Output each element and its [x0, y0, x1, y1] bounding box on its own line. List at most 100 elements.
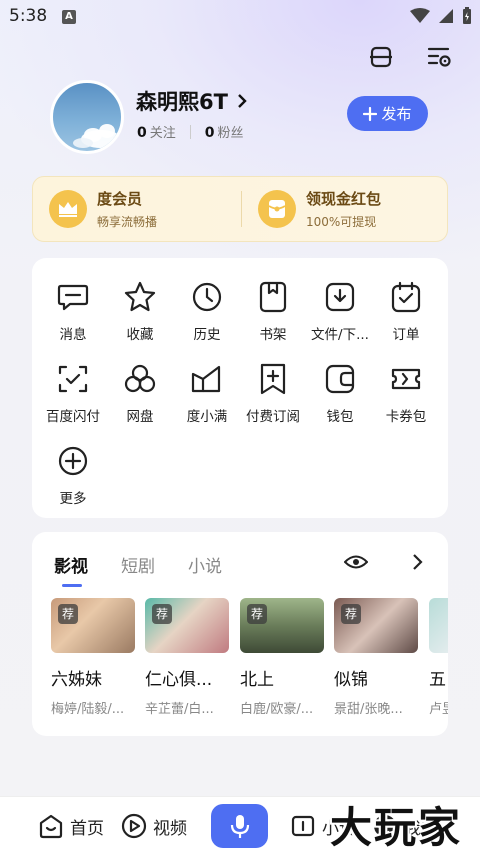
content-card: 影视 短剧 小说 荐 六姊妹 梅婷/陆毅/... 荐 仁心俱... 辛芷蕾/白.…	[32, 532, 448, 736]
chevron-right-icon	[238, 94, 247, 108]
poster-cast: 卢昱	[429, 702, 448, 717]
poster-cast: 白鹿/欧豪/...	[240, 702, 314, 717]
scan-pay-icon	[58, 365, 88, 393]
red-packet-item[interactable]: 领现金红包 100%可提现	[258, 188, 381, 230]
poster-title: 北上	[240, 670, 274, 690]
avatar-image	[73, 124, 121, 148]
poster-cast: 辛芷蕾/白...	[145, 702, 214, 717]
stats-divider	[189, 124, 191, 139]
voice-search-button[interactable]	[211, 804, 268, 848]
watermark: 大玩家	[330, 803, 463, 852]
order-icon	[391, 281, 421, 313]
plus-circle-icon	[58, 446, 88, 476]
tool-coupons[interactable]: 卡券包	[371, 362, 441, 425]
tab-short-drama[interactable]: 短剧	[121, 552, 155, 577]
settings-icon[interactable]	[426, 44, 452, 70]
username-link[interactable]: 森明熙6T	[136, 86, 248, 116]
poster-title: 似锦	[334, 670, 368, 690]
wifi-icon	[410, 8, 430, 23]
battery-icon	[463, 7, 471, 24]
download-icon	[325, 282, 355, 312]
tools-card: 消息 收藏 历史 书架 文件/下... 订单 百度闪付 网盘 度小满 付费订阅 …	[32, 258, 448, 518]
profile-stats: 0 关注 0 粉丝	[137, 122, 244, 141]
top-actions	[368, 44, 452, 70]
wallet-icon	[325, 364, 355, 394]
content-tabs: 影视 短剧 小说	[54, 552, 222, 587]
red-packet-icon	[258, 190, 296, 228]
poster-cast: 梅婷/陆毅/...	[51, 702, 125, 717]
poster-image: 荐	[334, 598, 418, 653]
home-icon	[39, 814, 63, 839]
recommend-badge: 荐	[58, 604, 78, 624]
poster-item[interactable]: 五 卢昱	[429, 598, 448, 717]
vip-card: 度会员 畅享流畅播 领现金红包 100%可提现	[32, 176, 448, 242]
poster-image: 荐	[51, 598, 135, 653]
tool-orders[interactable]: 订单	[371, 280, 441, 343]
tool-wallet[interactable]: 钱包	[305, 362, 375, 425]
poster-item[interactable]: 荐 北上 白鹿/欧豪/...	[240, 598, 324, 717]
tool-favorites[interactable]: 收藏	[105, 280, 175, 343]
publish-button[interactable]: 发布	[347, 96, 428, 131]
clock-icon	[192, 282, 222, 312]
status-icons	[410, 7, 472, 25]
tab-novel[interactable]: 小说	[188, 552, 222, 577]
poster-title: 六姊妹	[51, 670, 102, 690]
following-stat[interactable]: 0 关注	[137, 122, 176, 141]
tool-message[interactable]: 消息	[38, 280, 108, 343]
book-icon	[291, 815, 315, 837]
tool-baidu-pay[interactable]: 百度闪付	[38, 362, 108, 425]
plus-icon	[363, 106, 378, 121]
eye-icon[interactable]	[344, 554, 368, 570]
poster-item[interactable]: 荐 六姊妹 梅婷/陆毅/...	[51, 598, 135, 717]
nav-home[interactable]: 首页	[38, 813, 104, 839]
vip-member-item[interactable]: 度会员 畅享流畅播	[49, 188, 157, 230]
recommend-badge: 荐	[341, 604, 361, 624]
tool-paid-subscription[interactable]: 付费订阅	[238, 362, 308, 425]
poster-item[interactable]: 荐 似锦 景甜/张晚...	[334, 598, 418, 717]
poster-item[interactable]: 荐 仁心俱... 辛芷蕾/白...	[145, 598, 229, 717]
status-bar: 5:38 A	[0, 0, 480, 34]
poster-image: 荐	[240, 598, 324, 653]
crown-icon	[49, 190, 87, 228]
cloud-disk-icon	[124, 364, 156, 393]
tab-film[interactable]: 影视	[54, 552, 88, 587]
video-icon	[121, 813, 147, 839]
chevron-right-icon[interactable]	[410, 552, 424, 572]
tool-du-xiaoman[interactable]: 度小满	[172, 362, 242, 425]
tool-cloud-disk[interactable]: 网盘	[105, 362, 175, 425]
star-icon	[124, 281, 156, 312]
red-packet-subtitle: 100%可提现	[306, 215, 377, 229]
recommend-badge: 荐	[247, 604, 267, 624]
coupon-icon	[391, 368, 421, 390]
tool-bookshelf[interactable]: 书架	[238, 280, 308, 343]
tool-history[interactable]: 历史	[172, 280, 242, 343]
poster-title: 五	[429, 670, 446, 690]
nav-video-label: 视频	[153, 818, 187, 839]
nav-home-label: 首页	[70, 818, 104, 839]
status-time: 5:38	[9, 6, 48, 26]
poster-cast: 景甜/张晚...	[334, 702, 403, 717]
recommend-badge: 荐	[152, 604, 172, 624]
poster-title: 仁心俱...	[145, 670, 213, 690]
signal-icon	[439, 9, 453, 23]
finance-icon	[191, 365, 221, 393]
message-icon	[57, 284, 89, 311]
microphone-icon	[230, 815, 249, 838]
vip-divider	[241, 191, 242, 227]
poster-image	[429, 598, 448, 653]
notification-icon: A	[62, 10, 76, 24]
avatar[interactable]	[50, 80, 124, 154]
bookmark-icon	[259, 281, 287, 313]
tool-more[interactable]: 更多	[38, 444, 108, 507]
fans-stat[interactable]: 0 粉丝	[205, 122, 244, 141]
red-packet-title: 领现金红包	[306, 190, 382, 208]
vip-subtitle: 畅享流畅播	[97, 215, 158, 229]
username: 森明熙6T	[136, 90, 228, 114]
vip-title: 度会员	[97, 190, 143, 208]
publish-label: 发布	[381, 105, 412, 123]
nav-video[interactable]: 视频	[121, 813, 187, 839]
poster-image: 荐	[145, 598, 229, 653]
tool-files-download[interactable]: 文件/下...	[305, 280, 375, 343]
subscribe-icon	[260, 363, 286, 395]
scan-icon[interactable]	[368, 44, 394, 70]
